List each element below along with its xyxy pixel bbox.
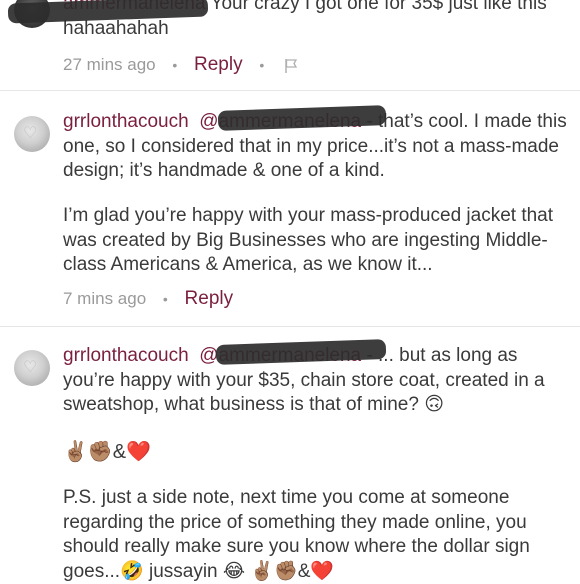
separator-dot: • xyxy=(172,57,178,73)
comment-username[interactable]: grrlonthacouch xyxy=(63,345,189,366)
comment-body-2: I’m glad you’re happy with your mass-pro… xyxy=(63,205,554,275)
comment-meta: 27 mins ago • Reply • xyxy=(63,54,299,76)
emoji-line: ✌🏽✊🏽&❤️ xyxy=(63,441,152,463)
comment-timestamp: 7 mins ago xyxy=(63,289,147,308)
comment-body-2: P.S. just a side note, next time you com… xyxy=(63,487,530,582)
reply-button[interactable]: Reply xyxy=(185,288,234,309)
flag-icon[interactable] xyxy=(281,55,299,74)
divider xyxy=(0,326,580,327)
separator-dot: • xyxy=(162,291,168,307)
reply-button[interactable]: Reply xyxy=(194,54,243,75)
divider xyxy=(0,90,580,91)
avatar[interactable]: ♡ xyxy=(14,116,50,152)
separator-dot: • xyxy=(259,57,265,73)
comment-timestamp: 27 mins ago xyxy=(63,55,156,74)
avatar[interactable]: ♡ xyxy=(14,350,50,386)
comment-meta: 7 mins ago • Reply xyxy=(63,288,233,310)
comment-username[interactable]: grrlonthacouch xyxy=(63,111,189,132)
